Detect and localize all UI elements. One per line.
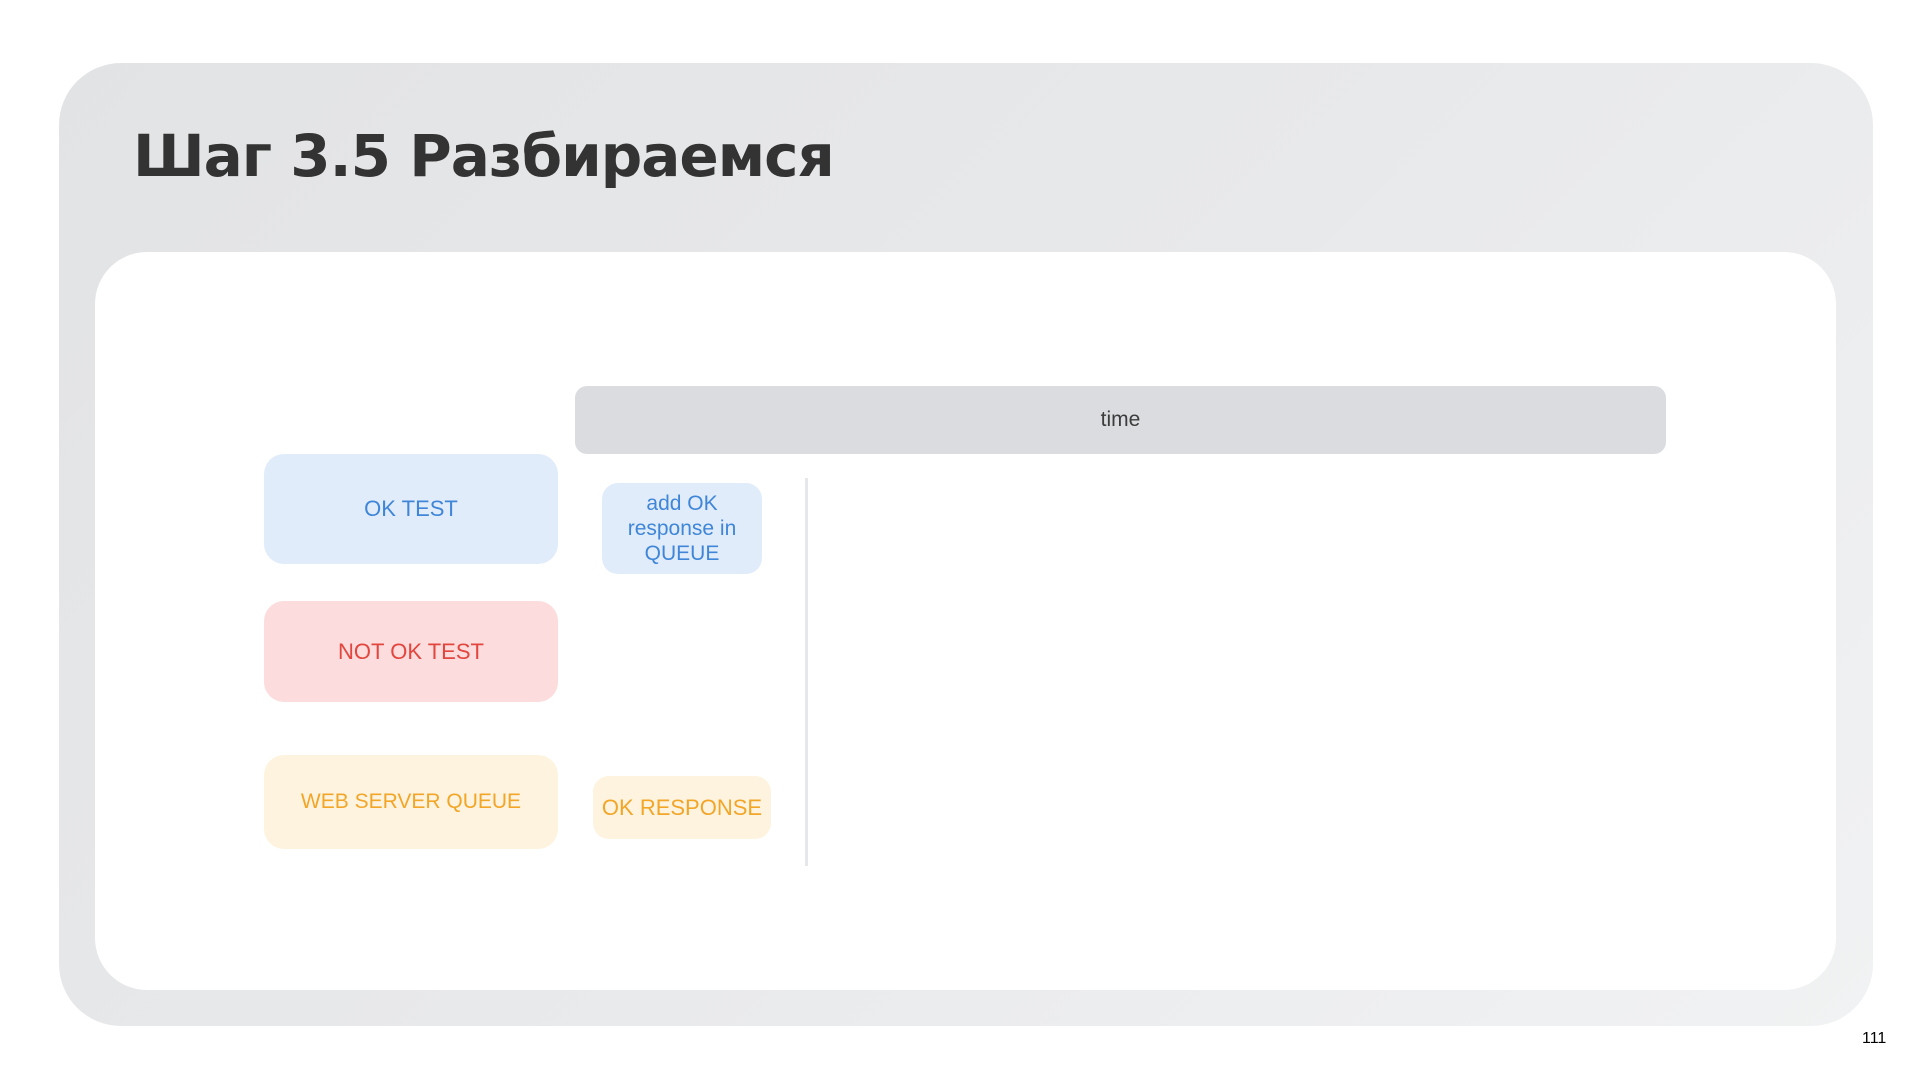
event-ok-response: OK RESPONSE [593,776,771,839]
row-label-ok-test: OK TEST [264,454,558,564]
timeline-header: time [575,386,1666,454]
row-label-web-server-queue: WEB SERVER QUEUE [264,755,558,849]
time-marker-line [805,478,808,866]
event-add-ok-response: add OK response in QUEUE [602,483,762,574]
page-number: 111 [1862,1030,1887,1047]
row-label-not-ok-test: NOT OK TEST [264,601,558,702]
slide: Шаг 3.5 Разбираемся time OK TEST NOT OK … [0,0,1920,1082]
slide-title: Шаг 3.5 Разбираемся [133,122,835,190]
